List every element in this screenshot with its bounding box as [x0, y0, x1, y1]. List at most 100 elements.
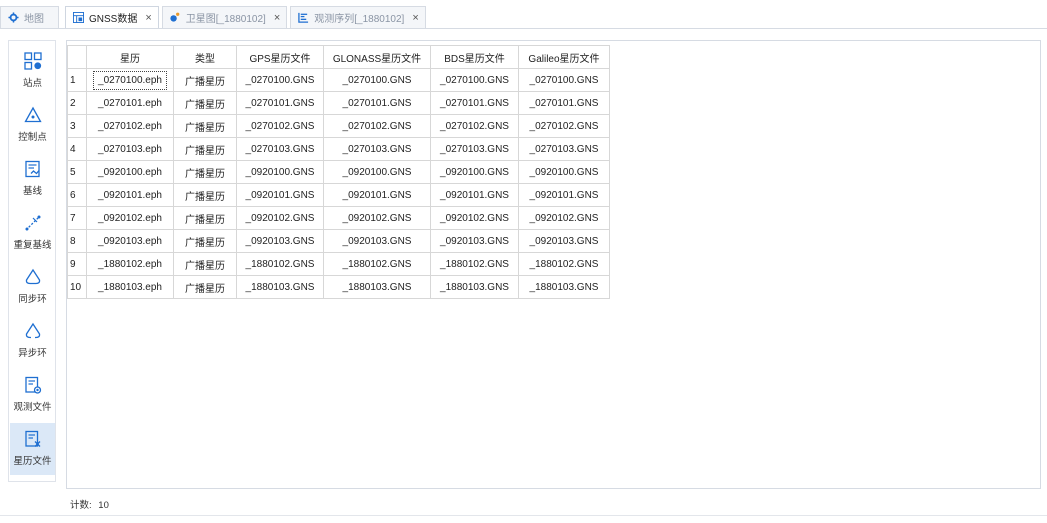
table-cell[interactable]: _0920100.GNS: [323, 160, 431, 184]
table-cell[interactable]: _0270101.GNS: [430, 91, 519, 115]
table-cell[interactable]: _0270101.GNS: [323, 91, 431, 115]
table-cell[interactable]: 广播星历: [173, 114, 237, 138]
table-cell[interactable]: _0920101.GNS: [430, 183, 519, 207]
table-row[interactable]: 3 _0270102.eph 广播星历 _0270102.GNS _0270102.GN…: [67, 114, 610, 138]
table-cell[interactable]: _0920100.eph: [86, 160, 174, 184]
row-number-header[interactable]: [67, 45, 87, 69]
table-cell[interactable]: _0920101.GNS: [518, 183, 610, 207]
table-cell[interactable]: _0920102.GNS: [323, 206, 431, 230]
row-number-cell[interactable]: 6: [67, 183, 87, 207]
table-row[interactable]: 9 _1880102.eph 广播星历 _1880102.GNS _1880102.GN…: [67, 252, 610, 276]
table-cell[interactable]: _0270103.GNS: [430, 137, 519, 161]
table-row[interactable]: 7 _0920102.eph 广播星历 _0920102.GNS _0920102.GN…: [67, 206, 610, 230]
table-cell[interactable]: _0920100.GNS: [236, 160, 324, 184]
table-cell[interactable]: _0920101.GNS: [236, 183, 324, 207]
table-cell[interactable]: _0270100.GNS: [430, 68, 519, 92]
tab-map[interactable]: 地图: [0, 6, 59, 28]
table-cell[interactable]: _0270102.GNS: [323, 114, 431, 138]
table-cell[interactable]: _0920102.GNS: [430, 206, 519, 230]
close-icon[interactable]: ×: [412, 12, 418, 24]
table-row[interactable]: 6 _0920101.eph 广播星历 _0920101.GNS _0920101.GN…: [67, 183, 610, 207]
column-header[interactable]: GLONASS星历文件: [323, 45, 431, 69]
table-cell[interactable]: _1880102.GNS: [518, 252, 610, 276]
table-cell[interactable]: _0920103.eph: [86, 229, 174, 253]
column-header[interactable]: 星历: [86, 45, 174, 69]
table-row[interactable]: 4 _0270103.eph 广播星历 _0270103.GNS _0270103.GN…: [67, 137, 610, 161]
column-header[interactable]: Galileo星历文件: [518, 45, 610, 69]
table-cell[interactable]: _0270101.eph: [86, 91, 174, 115]
table-cell[interactable]: 广播星历: [173, 68, 237, 92]
sidebar-item-async-loops[interactable]: 异步环: [10, 315, 55, 367]
sidebar-item-ephemeris-files[interactable]: 星历文件: [10, 423, 55, 475]
table-cell[interactable]: _0920101.eph: [86, 183, 174, 207]
table-cell[interactable]: _0920102.eph: [86, 206, 174, 230]
table-cell[interactable]: 广播星历: [173, 183, 237, 207]
table-row[interactable]: 2 _0270101.eph 广播星历 _0270101.GNS _0270101.GN…: [67, 91, 610, 115]
row-number-cell[interactable]: 10: [67, 275, 87, 299]
table-cell[interactable]: _0920103.GNS: [236, 229, 324, 253]
table-cell[interactable]: _1880103.GNS: [518, 275, 610, 299]
table-cell[interactable]: _1880103.eph: [86, 275, 174, 299]
table-cell[interactable]: _0920103.GNS: [518, 229, 610, 253]
sidebar-item-sync-loops[interactable]: 同步环: [10, 261, 55, 313]
sidebar-item-control-points[interactable]: 控制点: [10, 99, 55, 151]
table-cell[interactable]: _0270101.GNS: [236, 91, 324, 115]
table-cell[interactable]: _1880103.GNS: [236, 275, 324, 299]
table-cell[interactable]: _0270100.GNS: [518, 68, 610, 92]
table-cell[interactable]: 广播星历: [173, 275, 237, 299]
table-cell[interactable]: _0270100.eph: [86, 68, 174, 92]
tab-satellite-view[interactable]: 卫星图[_1880102] ×: [161, 6, 288, 28]
table-cell[interactable]: _0270102.eph: [86, 114, 174, 138]
table-cell[interactable]: _0920103.GNS: [430, 229, 519, 253]
table-cell[interactable]: 广播星历: [173, 252, 237, 276]
table-row[interactable]: 8 _0920103.eph 广播星历 _0920103.GNS _0920103.GN…: [67, 229, 610, 253]
table-cell[interactable]: 广播星历: [173, 206, 237, 230]
tab-observation-sequence[interactable]: 观测序列[_1880102] ×: [290, 6, 426, 28]
table-cell[interactable]: _0270103.GNS: [236, 137, 324, 161]
table-row[interactable]: 10 _1880103.eph 广播星历 _1880103.GNS _1880103.G…: [67, 275, 610, 299]
close-icon[interactable]: ×: [145, 12, 151, 24]
table-cell[interactable]: _1880102.eph: [86, 252, 174, 276]
column-header[interactable]: GPS星历文件: [236, 45, 324, 69]
table-cell[interactable]: _0920101.GNS: [323, 183, 431, 207]
row-number-cell[interactable]: 1: [67, 68, 87, 92]
table-cell[interactable]: _0920102.GNS: [518, 206, 610, 230]
table-cell[interactable]: _0920102.GNS: [236, 206, 324, 230]
table-cell[interactable]: _0270102.GNS: [518, 114, 610, 138]
sidebar-item-stations[interactable]: 站点: [10, 45, 55, 97]
row-number-cell[interactable]: 2: [67, 91, 87, 115]
row-number-cell[interactable]: 5: [67, 160, 87, 184]
table-row[interactable]: 5 _0920100.eph 广播星历 _0920100.GNS _0920100.GN…: [67, 160, 610, 184]
table-cell[interactable]: _0920103.GNS: [323, 229, 431, 253]
table-cell[interactable]: _0920100.GNS: [430, 160, 519, 184]
close-icon[interactable]: ×: [274, 12, 280, 24]
sidebar-item-baselines[interactable]: 基线: [10, 153, 55, 205]
table-cell[interactable]: _0920100.GNS: [518, 160, 610, 184]
table-cell[interactable]: _0270100.GNS: [236, 68, 324, 92]
row-number-cell[interactable]: 7: [67, 206, 87, 230]
table-cell[interactable]: _0270102.GNS: [430, 114, 519, 138]
sidebar-item-observation-files[interactable]: 观测文件: [10, 369, 55, 421]
table-cell[interactable]: _1880103.GNS: [323, 275, 431, 299]
table-cell[interactable]: _0270101.GNS: [518, 91, 610, 115]
column-header[interactable]: BDS星历文件: [430, 45, 519, 69]
table-cell[interactable]: _0270103.eph: [86, 137, 174, 161]
table-cell[interactable]: _0270103.GNS: [518, 137, 610, 161]
column-header[interactable]: 类型: [173, 45, 237, 69]
table-cell[interactable]: _1880102.GNS: [430, 252, 519, 276]
table-cell[interactable]: 广播星历: [173, 91, 237, 115]
sidebar-item-repeat-baselines[interactable]: 重复基线: [10, 207, 55, 259]
tab-gnss-data[interactable]: GNSS数据 ×: [65, 6, 159, 28]
table-cell[interactable]: 广播星历: [173, 160, 237, 184]
row-number-cell[interactable]: 4: [67, 137, 87, 161]
table-cell[interactable]: _0270103.GNS: [323, 137, 431, 161]
table-cell[interactable]: _1880103.GNS: [430, 275, 519, 299]
row-number-cell[interactable]: 9: [67, 252, 87, 276]
table-cell[interactable]: _1880102.GNS: [236, 252, 324, 276]
table-cell[interactable]: _0270102.GNS: [236, 114, 324, 138]
table-row[interactable]: 1 _0270100.eph 广播星历 _0270100.GNS _0270100.GN…: [67, 68, 610, 92]
table-cell[interactable]: _1880102.GNS: [323, 252, 431, 276]
table-cell[interactable]: _0270100.GNS: [323, 68, 431, 92]
row-number-cell[interactable]: 8: [67, 229, 87, 253]
table-cell[interactable]: 广播星历: [173, 229, 237, 253]
